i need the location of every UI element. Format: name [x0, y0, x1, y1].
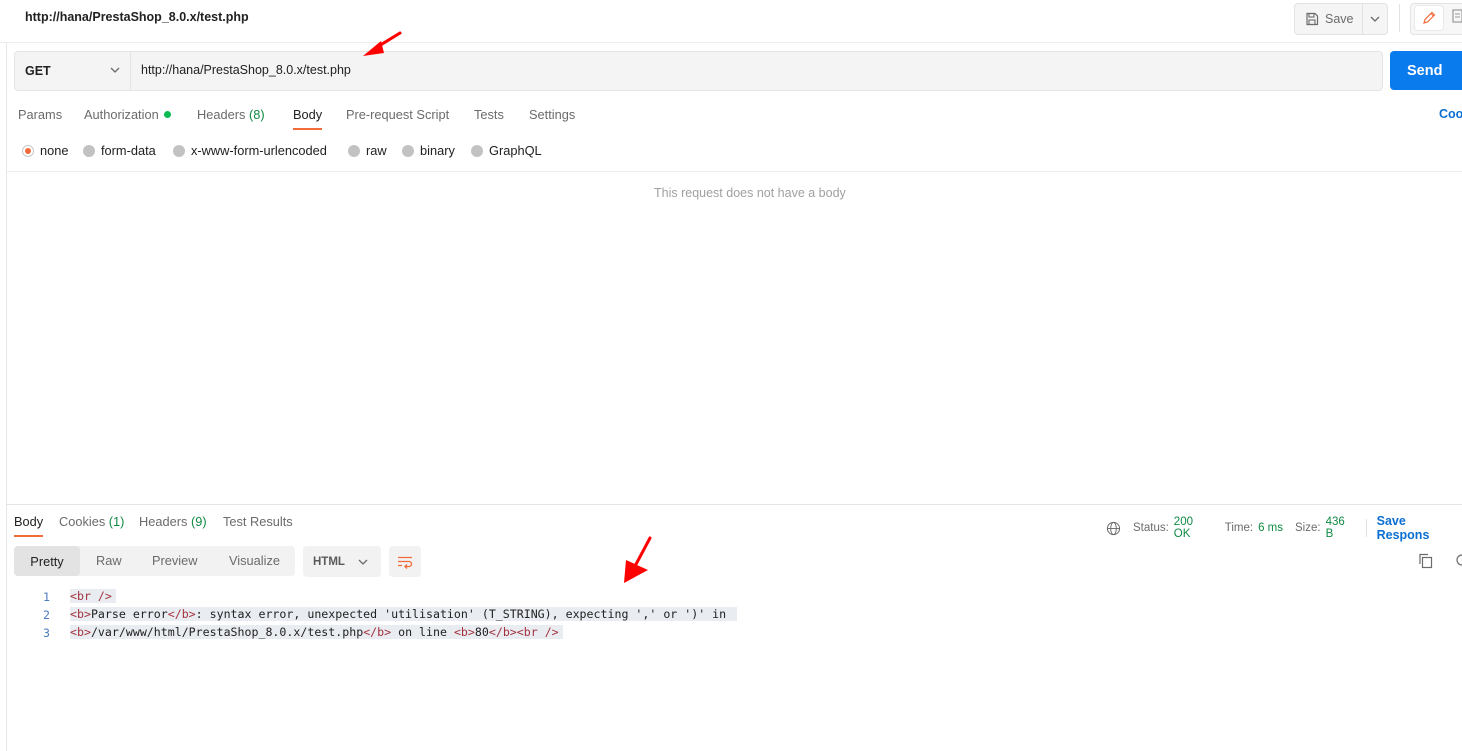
line-number: 3	[43, 626, 50, 640]
view-preview[interactable]: Preview	[152, 553, 198, 568]
method-label: GET	[25, 64, 51, 78]
chevron-down-icon	[110, 67, 120, 73]
line-number: 1	[43, 590, 50, 604]
chevron-down-icon	[358, 559, 368, 565]
edit-mode-button[interactable]	[1415, 6, 1443, 30]
annotation-arrow-icon	[363, 31, 402, 56]
radio-form-data[interactable]: form-data	[83, 143, 156, 158]
response-active-tab-indicator	[14, 535, 43, 537]
save-options-button[interactable]	[1363, 4, 1387, 34]
radio-x-www-form-urlencoded[interactable]: x-www-form-urlencoded	[173, 143, 327, 158]
code-line[interactable]: <b>Parse error</b>: syntax error, unexpe…	[70, 607, 738, 621]
view-pretty[interactable]: Pretty	[14, 546, 80, 576]
radio-icon	[173, 144, 185, 157]
radio-selected-icon	[22, 144, 34, 157]
pencil-icon	[1423, 11, 1436, 24]
annotation-arrow-icon	[624, 536, 652, 583]
radio-graphql[interactable]: GraphQL	[471, 143, 542, 158]
tab-headers[interactable]: Headers (8)	[197, 107, 265, 122]
tab-body[interactable]: Body	[293, 107, 322, 122]
code-line[interactable]: <br />	[70, 589, 116, 603]
save-button[interactable]: Save	[1295, 4, 1363, 34]
line-number: 2	[43, 608, 50, 622]
tab-params[interactable]: Params	[18, 107, 62, 122]
header-divider-line	[0, 42, 1462, 43]
url-input[interactable]: http://hana/PrestaShop_8.0.x/test.php	[141, 63, 351, 77]
radio-raw[interactable]: raw	[348, 143, 387, 158]
cookies-link[interactable]: Coo	[1439, 107, 1462, 121]
size-value[interactable]: 436 B	[1326, 516, 1356, 540]
wrap-lines-button[interactable]	[389, 546, 421, 577]
code-line[interactable]: <b>/var/www/html/PrestaShop_8.0.x/test.p…	[70, 625, 563, 639]
request-title[interactable]: http://hana/PrestaShop_8.0.x/test.php	[25, 10, 249, 24]
language-select[interactable]: HTML	[303, 546, 381, 577]
body-divider	[6, 171, 1462, 172]
save-label: Save	[1325, 12, 1354, 26]
auth-status-dot	[163, 111, 171, 118]
chevron-down-icon	[1370, 16, 1379, 22]
response-tab-cookies[interactable]: Cookies (1)	[59, 514, 124, 529]
response-meta: Status: 200 OK Time: 6 ms Size: 436 B Save …	[1106, 514, 1462, 542]
left-border	[6, 42, 7, 751]
pane-splitter[interactable]	[6, 504, 1462, 505]
globe-icon[interactable]	[1106, 521, 1121, 536]
response-tab-body[interactable]: Body	[14, 514, 43, 529]
document-icon[interactable]	[1452, 9, 1462, 26]
view-raw[interactable]: Raw	[96, 553, 122, 568]
status-value[interactable]: 200 OK	[1174, 516, 1213, 540]
radio-none[interactable]: none	[22, 143, 68, 158]
time-label: Time:	[1224, 522, 1254, 534]
status-divider	[1365, 519, 1367, 537]
size-label: Size:	[1295, 522, 1321, 534]
wrap-icon	[398, 556, 413, 569]
tab-pre-request-script[interactable]: Pre-request Script	[346, 107, 449, 122]
save-group: Save	[1294, 3, 1388, 35]
response-tab-test-results[interactable]: Test Results	[223, 514, 293, 529]
status-label: Status:	[1132, 522, 1169, 534]
active-tab-indicator	[293, 128, 322, 130]
language-label: HTML	[313, 555, 345, 568]
radio-icon	[348, 144, 360, 157]
save-response-button[interactable]: Save Respons	[1377, 514, 1462, 542]
copy-icon[interactable]	[1418, 553, 1433, 572]
header-divider	[1399, 4, 1400, 32]
method-select[interactable]: GET	[14, 52, 131, 90]
send-button[interactable]: Send	[1390, 51, 1462, 90]
tab-settings[interactable]: Settings	[529, 107, 575, 122]
view-visualize[interactable]: Visualize	[229, 553, 280, 568]
empty-body-message: This request does not have a body	[654, 186, 846, 200]
radio-icon	[402, 144, 414, 157]
response-tab-headers[interactable]: Headers (9)	[139, 514, 207, 529]
radio-icon	[83, 144, 95, 157]
search-icon[interactable]	[1454, 553, 1462, 572]
save-icon	[1306, 12, 1319, 26]
radio-binary[interactable]: binary	[402, 143, 455, 158]
tab-authorization[interactable]: Authorization	[84, 107, 171, 122]
time-value[interactable]: 6 ms	[1258, 522, 1283, 534]
radio-icon	[471, 144, 483, 157]
tab-tests[interactable]: Tests	[474, 107, 504, 122]
